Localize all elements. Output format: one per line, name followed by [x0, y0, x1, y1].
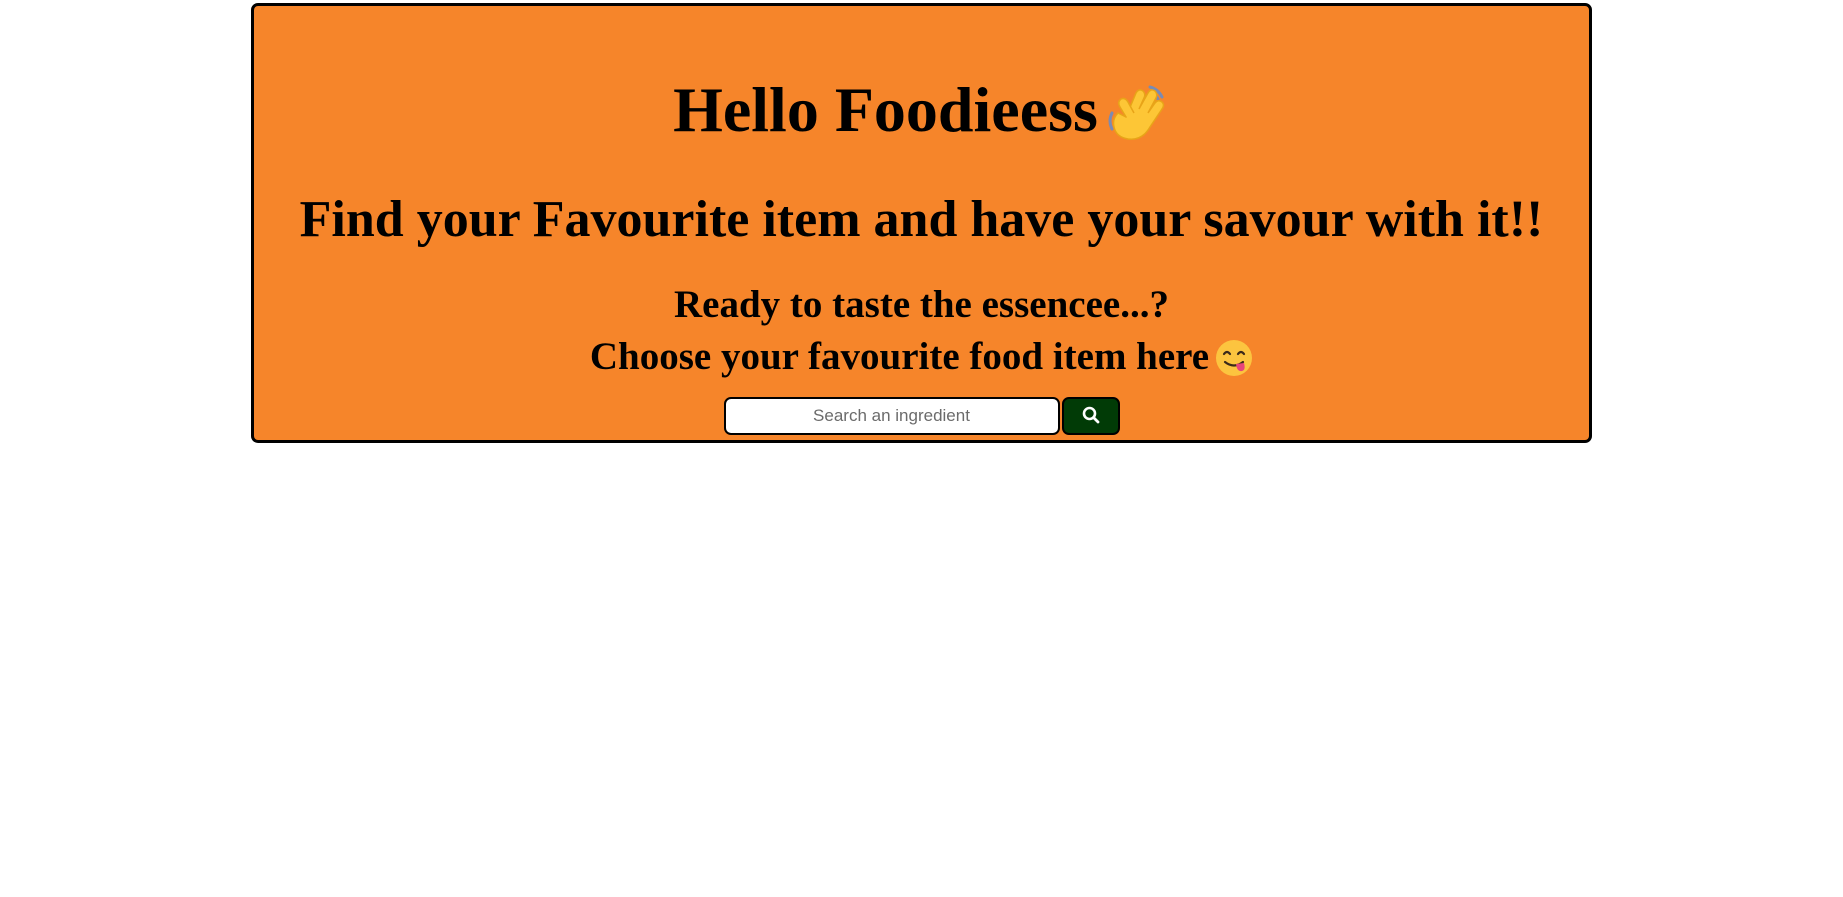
search-bar: [254, 397, 1589, 435]
waving-hand-icon: [1106, 78, 1170, 147]
hero-banner: Hello Foodieess Find your Favourite item…: [251, 3, 1592, 443]
face-savoring-food-icon: [1215, 330, 1253, 380]
search-icon: [1082, 406, 1100, 427]
tagline-line-2: Choose your favourite food item here: [589, 335, 1210, 378]
page-title: Hello Foodieess: [254, 74, 1589, 147]
search-input[interactable]: [723, 397, 1060, 435]
tagline-line-1: Ready to taste the essencee...?: [674, 283, 1169, 326]
tagline: Ready to taste the essencee...? Choose y…: [254, 280, 1589, 382]
search-button[interactable]: [1061, 397, 1120, 435]
page-title-text: Hello Foodieess: [673, 74, 1098, 145]
page-subtitle: Find your Favourite item and have your s…: [299, 191, 1544, 248]
